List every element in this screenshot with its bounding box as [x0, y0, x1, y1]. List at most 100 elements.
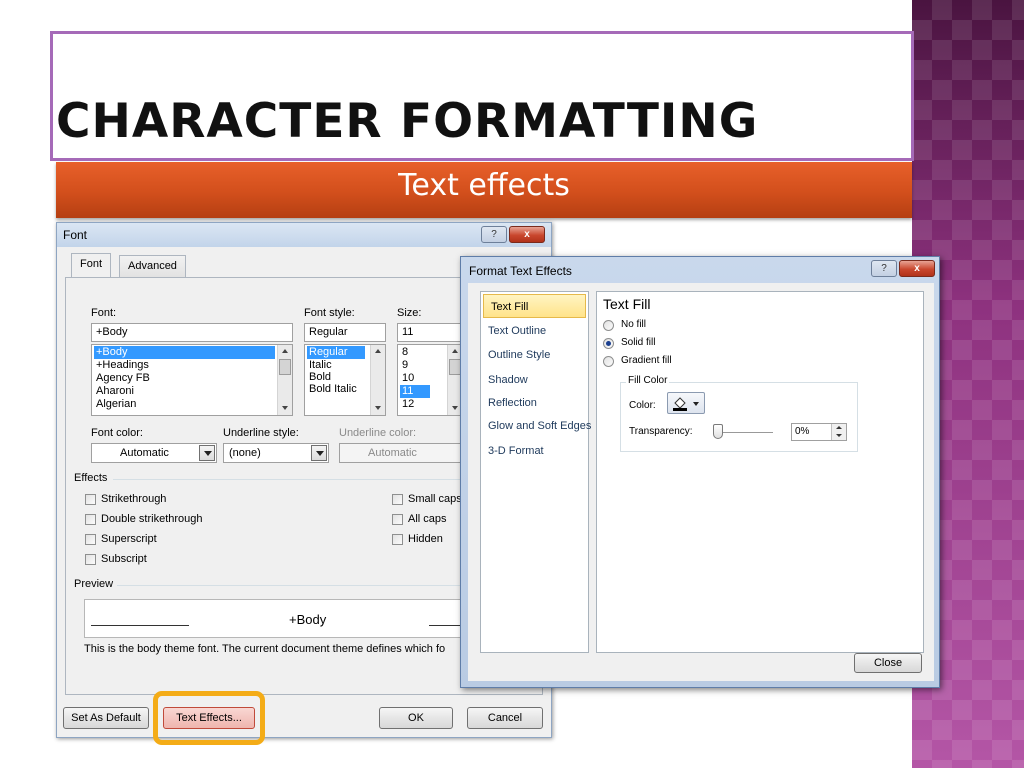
scroll-up-icon[interactable] [371, 345, 385, 357]
gradient-fill-label: Gradient fill [621, 355, 672, 366]
nav-item-3d-format[interactable]: 3-D Format [481, 439, 588, 463]
close-dialog-button[interactable]: Close [854, 653, 922, 673]
list-item[interactable]: +Body [94, 346, 275, 359]
scroll-up-icon[interactable] [278, 345, 292, 357]
fte-category-list: Text Fill Text Outline Outline Style Sha… [480, 291, 591, 653]
list-item[interactable]: 9 [402, 359, 408, 372]
help-button[interactable]: ? [871, 260, 897, 277]
list-item[interactable]: 11 [400, 385, 430, 398]
all-caps-checkbox[interactable] [392, 514, 403, 525]
list-item[interactable]: Regular [307, 346, 365, 359]
preview-line-left [91, 625, 189, 626]
nav-item-reflection[interactable]: Reflection [481, 391, 588, 415]
solid-fill-label: Solid fill [621, 337, 656, 348]
panel-title: Text Fill [603, 296, 651, 312]
hidden-label: Hidden [408, 533, 443, 545]
nav-item-shadow[interactable]: Shadow [481, 368, 588, 392]
list-item[interactable]: Bold Italic [309, 383, 357, 395]
font-size-input[interactable]: 11 [397, 323, 463, 342]
paint-bucket-icon [673, 397, 687, 411]
solid-fill-radio[interactable] [603, 338, 614, 349]
style-list-scrollbar[interactable] [370, 345, 385, 415]
list-item[interactable]: Italic [309, 359, 332, 371]
strikethrough-checkbox[interactable] [85, 494, 96, 505]
chevron-down-icon[interactable] [311, 445, 327, 461]
nav-item-text-outline[interactable]: Text Outline [481, 319, 588, 343]
strikethrough-label: Strikethrough [101, 493, 167, 505]
preview-description: This is the body theme font. The current… [84, 643, 446, 655]
chevron-down-icon [693, 402, 699, 406]
font-dialog-title: Font [63, 228, 88, 242]
help-button[interactable]: ? [481, 226, 507, 243]
preview-text: +Body [289, 612, 327, 627]
font-color-value: Automatic [120, 447, 169, 459]
tab-advanced[interactable]: Advanced [119, 255, 186, 277]
gradient-fill-radio[interactable] [603, 356, 614, 367]
fte-dialog-title: Format Text Effects [469, 264, 572, 278]
transparency-value: 0% [795, 426, 810, 437]
transparency-input[interactable]: 0% [791, 423, 847, 441]
list-item[interactable]: Algerian [96, 398, 136, 411]
subscript-label: Subscript [101, 553, 147, 565]
no-fill-label: No fill [621, 319, 647, 330]
small-caps-label: Small caps [408, 493, 462, 505]
fte-body: Text Fill Text Outline Outline Style Sha… [468, 283, 934, 681]
nav-item-outline-style[interactable]: Outline Style [481, 343, 588, 367]
nav-item-glow-soft-edges[interactable]: Glow and Soft Edges [481, 414, 591, 438]
font-style-list[interactable]: Regular Italic Bold Bold Italic [304, 344, 386, 416]
list-item[interactable]: Agency FB [96, 372, 150, 385]
close-button[interactable]: x [899, 260, 935, 277]
preview-box: +Body [84, 599, 464, 638]
preview-separator [117, 585, 463, 586]
scroll-down-icon[interactable] [278, 401, 292, 413]
list-item[interactable]: Aharoni [96, 385, 134, 398]
fte-settings-panel: Text Fill No fill Solid fill Gradient fi… [596, 291, 924, 653]
underline-style-dropdown[interactable]: (none) [223, 443, 329, 463]
no-fill-radio[interactable] [603, 320, 614, 331]
scroll-thumb[interactable] [279, 359, 291, 375]
underline-color-dropdown[interactable]: Automatic [339, 443, 463, 463]
font-style-input[interactable]: Regular [304, 323, 386, 342]
scroll-down-icon[interactable] [371, 401, 385, 413]
close-button[interactable]: x [509, 226, 545, 243]
chevron-down-icon[interactable] [199, 445, 215, 461]
color-picker-button[interactable] [667, 392, 705, 414]
underline-color-label: Underline color: [339, 427, 417, 439]
list-item[interactable]: 12 [402, 398, 414, 411]
transparency-slider-track[interactable] [717, 432, 773, 433]
list-item[interactable]: 8 [402, 346, 408, 359]
double-strikethrough-checkbox[interactable] [85, 514, 96, 525]
font-list[interactable]: +Body +Headings Agency FB Aharoni Algeri… [91, 344, 293, 416]
font-list-scrollbar[interactable] [277, 345, 292, 415]
subscript-checkbox[interactable] [85, 554, 96, 565]
font-size-list[interactable]: 8 9 10 11 12 [397, 344, 463, 416]
list-item[interactable]: Bold [309, 371, 331, 383]
transparency-spinner[interactable] [831, 424, 846, 440]
list-item[interactable]: +Headings [96, 359, 149, 372]
tab-font[interactable]: Font [71, 253, 112, 277]
font-color-dropdown[interactable]: Automatic [91, 443, 217, 463]
ok-button[interactable]: OK [379, 707, 453, 729]
slide-subtitle: Text effects [398, 168, 570, 203]
set-as-default-button[interactable]: Set As Default [63, 707, 149, 729]
color-label: Color: [629, 400, 656, 411]
underline-style-label: Underline style: [223, 427, 299, 439]
superscript-checkbox[interactable] [85, 534, 96, 545]
all-caps-label: All caps [408, 513, 447, 525]
spin-down-icon[interactable] [836, 434, 842, 437]
preview-line-right [429, 625, 463, 626]
font-dialog-titlebar: Font ? x [57, 223, 551, 247]
font-label: Font: [91, 307, 117, 319]
underline-color-value: Automatic [368, 447, 417, 459]
small-caps-checkbox[interactable] [392, 494, 403, 505]
superscript-label: Superscript [101, 533, 157, 545]
font-name-input[interactable]: +Body [91, 323, 293, 342]
list-item[interactable]: 10 [402, 372, 414, 385]
transparency-slider-thumb[interactable] [713, 424, 723, 439]
cancel-button[interactable]: Cancel [467, 707, 543, 729]
nav-item-text-fill[interactable]: Text Fill [483, 294, 586, 318]
spin-up-icon[interactable] [836, 426, 842, 429]
transparency-label: Transparency: [629, 426, 693, 437]
underline-style-value: (none) [229, 447, 261, 459]
hidden-checkbox[interactable] [392, 534, 403, 545]
